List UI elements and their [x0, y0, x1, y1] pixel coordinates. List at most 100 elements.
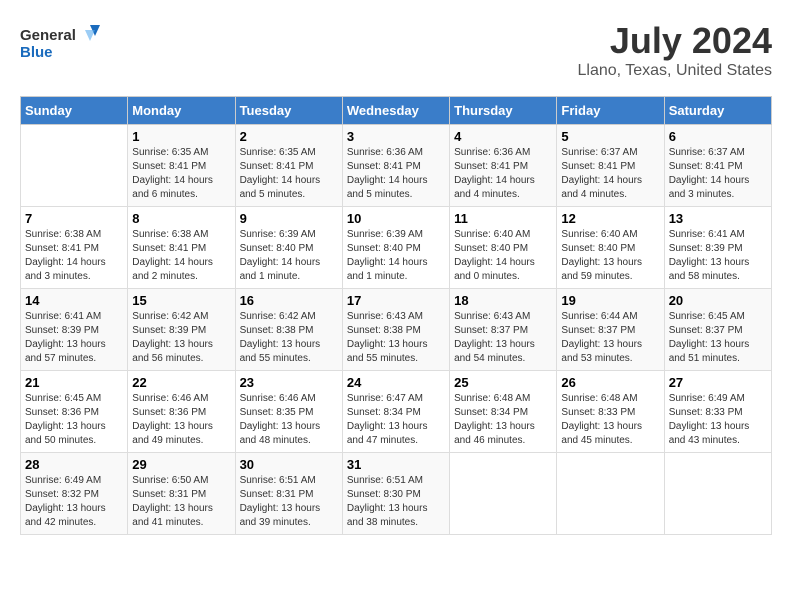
day-info: Sunrise: 6:48 AMSunset: 8:33 PMDaylight:…: [561, 392, 659, 448]
calendar-cell: 26 Sunrise: 6:48 AMSunset: 8:33 PMDayligh…: [557, 371, 664, 453]
header-row: SundayMondayTuesdayWednesdayThursdayFrid…: [21, 97, 772, 125]
day-number: 26: [561, 375, 659, 390]
calendar-cell: 22Sunrise: 6:46 AMSunset: 8:36 PMDayligh…: [128, 371, 235, 453]
logo: General Blue: [20, 20, 100, 65]
calendar-cell: 28Sunrise: 6:49 AMSunset: 8:32 PMDayligh…: [21, 453, 128, 535]
day-number: 17: [347, 293, 445, 308]
calendar-cell: 17 Sunrise: 6:43 AMSunset: 8:38 PMDayligh…: [342, 289, 449, 371]
day-info: Sunrise: 6:51 AMSunset: 8:30 PMDaylight:…: [347, 474, 445, 530]
day-number: 4: [454, 129, 552, 144]
day-number: 5: [561, 129, 659, 144]
day-info: Sunrise: 6:43 AMSunset: 8:37 PMDaylight:…: [454, 310, 552, 366]
day-number: 13: [669, 211, 767, 226]
calendar-cell: [450, 453, 557, 535]
day-number: 29: [132, 457, 230, 472]
day-info: Sunrise: 6:43 AMSunset: 8:38 PMDaylight:…: [347, 310, 445, 366]
day-number: 21: [25, 375, 123, 390]
week-row-3: 14 Sunrise: 6:41 AMSunset: 8:39 PMDayligh…: [21, 289, 772, 371]
day-info: Sunrise: 6:40 AMSunset: 8:40 PMDaylight:…: [561, 228, 659, 284]
day-info: Sunrise: 6:49 AMSunset: 8:32 PMDaylight:…: [25, 474, 123, 530]
day-info: Sunrise: 6:42 AMSunset: 8:38 PMDaylight:…: [240, 310, 338, 366]
day-info: Sunrise: 6:36 AMSunset: 8:41 PMDaylight:…: [347, 146, 445, 202]
day-info: Sunrise: 6:39 AMSunset: 8:40 PMDaylight:…: [240, 228, 338, 284]
day-number: 23: [240, 375, 338, 390]
logo-svg: General Blue: [20, 20, 100, 65]
day-number: 6: [669, 129, 767, 144]
calendar-cell: 24Sunrise: 6:47 AMSunset: 8:34 PMDayligh…: [342, 371, 449, 453]
calendar-table: SundayMondayTuesdayWednesdayThursdayFrid…: [20, 96, 772, 535]
calendar-cell: 27 Sunrise: 6:49 AMSunset: 8:33 PMDayligh…: [664, 371, 771, 453]
calendar-cell: 9 Sunrise: 6:39 AMSunset: 8:40 PMDaylight…: [235, 207, 342, 289]
day-info: Sunrise: 6:41 AMSunset: 8:39 PMDaylight:…: [669, 228, 767, 284]
calendar-cell: 29Sunrise: 6:50 AMSunset: 8:31 PMDayligh…: [128, 453, 235, 535]
week-row-4: 21 Sunrise: 6:45 AMSunset: 8:36 PMDayligh…: [21, 371, 772, 453]
week-row-5: 28Sunrise: 6:49 AMSunset: 8:32 PMDayligh…: [21, 453, 772, 535]
day-info: Sunrise: 6:49 AMSunset: 8:33 PMDaylight:…: [669, 392, 767, 448]
day-number: 3: [347, 129, 445, 144]
day-number: 12: [561, 211, 659, 226]
calendar-cell: 14 Sunrise: 6:41 AMSunset: 8:39 PMDayligh…: [21, 289, 128, 371]
day-info: Sunrise: 6:48 AMSunset: 8:34 PMDaylight:…: [454, 392, 552, 448]
calendar-cell: 8 Sunrise: 6:38 AMSunset: 8:41 PMDaylight…: [128, 207, 235, 289]
day-number: 1: [132, 129, 230, 144]
day-info: Sunrise: 6:42 AMSunset: 8:39 PMDaylight:…: [132, 310, 230, 366]
calendar-cell: 7 Sunrise: 6:38 AMSunset: 8:41 PMDaylight…: [21, 207, 128, 289]
day-number: 16: [240, 293, 338, 308]
title-block: July 2024 Llano, Texas, United States: [578, 20, 773, 80]
day-info: Sunrise: 6:46 AMSunset: 8:35 PMDaylight:…: [240, 392, 338, 448]
day-number: 10: [347, 211, 445, 226]
day-info: Sunrise: 6:36 AMSunset: 8:41 PMDaylight:…: [454, 146, 552, 202]
calendar-cell: 1Sunrise: 6:35 AMSunset: 8:41 PMDaylight…: [128, 125, 235, 207]
calendar-cell: 30 Sunrise: 6:51 AMSunset: 8:31 PMDayligh…: [235, 453, 342, 535]
calendar-cell: [557, 453, 664, 535]
calendar-cell: 23 Sunrise: 6:46 AMSunset: 8:35 PMDayligh…: [235, 371, 342, 453]
day-number: 9: [240, 211, 338, 226]
calendar-cell: 6 Sunrise: 6:37 AMSunset: 8:41 PMDaylight…: [664, 125, 771, 207]
calendar-cell: 16 Sunrise: 6:42 AMSunset: 8:38 PMDayligh…: [235, 289, 342, 371]
calendar-cell: 10 Sunrise: 6:39 AMSunset: 8:40 PMDayligh…: [342, 207, 449, 289]
calendar-cell: 25Sunrise: 6:48 AMSunset: 8:34 PMDayligh…: [450, 371, 557, 453]
calendar-cell: 21 Sunrise: 6:45 AMSunset: 8:36 PMDayligh…: [21, 371, 128, 453]
header-tuesday: Tuesday: [235, 97, 342, 125]
day-info: Sunrise: 6:45 AMSunset: 8:36 PMDaylight:…: [25, 392, 123, 448]
calendar-cell: 2Sunrise: 6:35 AMSunset: 8:41 PMDaylight…: [235, 125, 342, 207]
header-sunday: Sunday: [21, 97, 128, 125]
calendar-cell: 19Sunrise: 6:44 AMSunset: 8:37 PMDayligh…: [557, 289, 664, 371]
svg-text:General: General: [20, 27, 76, 44]
week-row-1: 1Sunrise: 6:35 AMSunset: 8:41 PMDaylight…: [21, 125, 772, 207]
day-info: Sunrise: 6:38 AMSunset: 8:41 PMDaylight:…: [25, 228, 123, 284]
day-info: Sunrise: 6:44 AMSunset: 8:37 PMDaylight:…: [561, 310, 659, 366]
week-row-2: 7 Sunrise: 6:38 AMSunset: 8:41 PMDaylight…: [21, 207, 772, 289]
day-number: 7: [25, 211, 123, 226]
day-info: Sunrise: 6:51 AMSunset: 8:31 PMDaylight:…: [240, 474, 338, 530]
day-number: 8: [132, 211, 230, 226]
day-info: Sunrise: 6:40 AMSunset: 8:40 PMDaylight:…: [454, 228, 552, 284]
day-info: Sunrise: 6:47 AMSunset: 8:34 PMDaylight:…: [347, 392, 445, 448]
day-info: Sunrise: 6:45 AMSunset: 8:37 PMDaylight:…: [669, 310, 767, 366]
day-number: 31: [347, 457, 445, 472]
calendar-cell: 13 Sunrise: 6:41 AMSunset: 8:39 PMDayligh…: [664, 207, 771, 289]
day-number: 2: [240, 129, 338, 144]
main-title: July 2024: [578, 20, 773, 62]
header-monday: Monday: [128, 97, 235, 125]
header-wednesday: Wednesday: [342, 97, 449, 125]
calendar-cell: 4 Sunrise: 6:36 AMSunset: 8:41 PMDaylight…: [450, 125, 557, 207]
day-number: 30: [240, 457, 338, 472]
day-info: Sunrise: 6:38 AMSunset: 8:41 PMDaylight:…: [132, 228, 230, 284]
day-info: Sunrise: 6:39 AMSunset: 8:40 PMDaylight:…: [347, 228, 445, 284]
header-thursday: Thursday: [450, 97, 557, 125]
day-number: 27: [669, 375, 767, 390]
svg-text:Blue: Blue: [20, 44, 53, 61]
day-info: Sunrise: 6:37 AMSunset: 8:41 PMDaylight:…: [669, 146, 767, 202]
day-number: 20: [669, 293, 767, 308]
day-info: Sunrise: 6:46 AMSunset: 8:36 PMDaylight:…: [132, 392, 230, 448]
calendar-cell: [664, 453, 771, 535]
day-number: 18: [454, 293, 552, 308]
calendar-cell: 12 Sunrise: 6:40 AMSunset: 8:40 PMDayligh…: [557, 207, 664, 289]
page-header: General Blue July 2024 Llano, Texas, Uni…: [20, 20, 772, 80]
calendar-cell: 31 Sunrise: 6:51 AMSunset: 8:30 PMDayligh…: [342, 453, 449, 535]
calendar-cell: 3 Sunrise: 6:36 AMSunset: 8:41 PMDaylight…: [342, 125, 449, 207]
day-number: 14: [25, 293, 123, 308]
day-info: Sunrise: 6:37 AMSunset: 8:41 PMDaylight:…: [561, 146, 659, 202]
day-info: Sunrise: 6:41 AMSunset: 8:39 PMDaylight:…: [25, 310, 123, 366]
